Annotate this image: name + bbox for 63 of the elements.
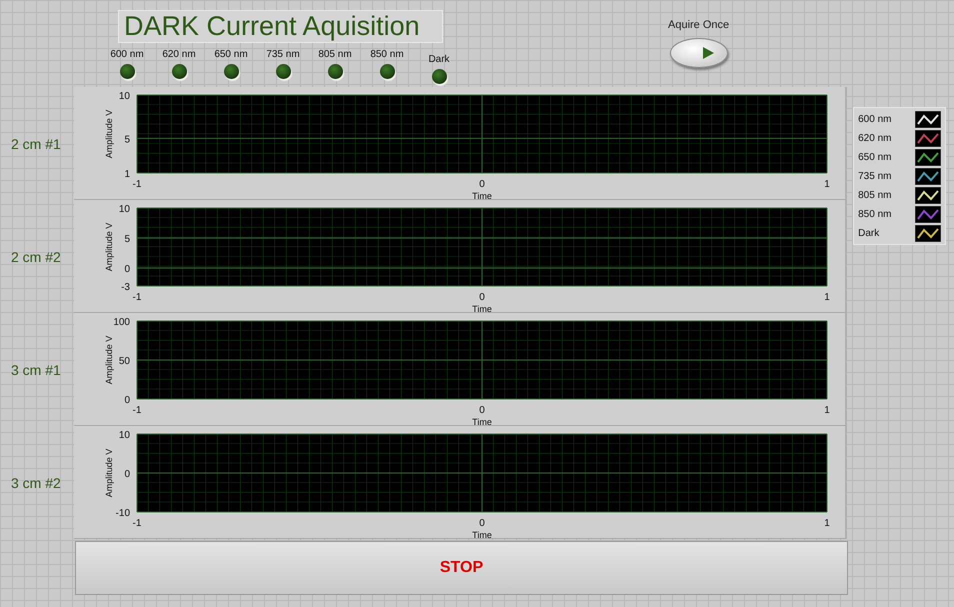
button-label: Aquire Once bbox=[668, 19, 730, 31]
graph-label: 2 cm #2 bbox=[11, 248, 61, 264]
x-tick-label: -1 bbox=[132, 179, 142, 190]
x-tick-label: 0 bbox=[479, 179, 485, 190]
x-axis-label: Time bbox=[472, 191, 492, 199]
graph-label: 3 cm #1 bbox=[11, 362, 61, 378]
led-label: 650 nm bbox=[214, 49, 248, 60]
legend-label: 620 nm bbox=[858, 133, 892, 144]
y-tick-label: -3 bbox=[121, 282, 130, 293]
led-label: 805 nm bbox=[318, 49, 352, 60]
x-tick-label: -1 bbox=[132, 518, 142, 529]
legend-label: Dark bbox=[858, 228, 880, 239]
x-axis-label: Time bbox=[472, 417, 492, 425]
line-swatch-icon bbox=[915, 206, 941, 223]
aquire-once-button[interactable] bbox=[670, 38, 728, 68]
stop-button[interactable]: STOP bbox=[75, 541, 848, 595]
y-tick-label: 5 bbox=[124, 234, 130, 245]
led-label: 620 nm bbox=[162, 49, 196, 60]
x-tick-label: 0 bbox=[479, 292, 485, 303]
line-swatch-icon bbox=[915, 168, 941, 185]
x-tick-label: -1 bbox=[132, 292, 142, 303]
graph-label: 3 cm #2 bbox=[11, 474, 61, 490]
panel-title: DARK Current Aquisition bbox=[118, 10, 443, 43]
line-swatch-icon bbox=[915, 130, 941, 147]
x-tick-label: 0 bbox=[479, 518, 485, 529]
led-label: 735 nm bbox=[266, 49, 300, 60]
y-tick-label: 50 bbox=[118, 356, 130, 367]
x-tick-label: 0 bbox=[479, 405, 485, 416]
legend-label: 805 nm bbox=[858, 190, 892, 201]
x-tick-label: 1 bbox=[824, 292, 830, 303]
led-label: 600 nm bbox=[110, 49, 144, 60]
line-swatch-icon bbox=[915, 111, 941, 128]
graph-label: 2 cm #1 bbox=[11, 136, 61, 152]
y-tick-label: 100 bbox=[113, 317, 130, 328]
y-tick-label: 10 bbox=[118, 204, 130, 215]
legend-label: 650 nm bbox=[858, 152, 892, 163]
x-axis-label: Time bbox=[472, 304, 492, 312]
x-tick-label: 1 bbox=[824, 518, 830, 529]
line-swatch-icon bbox=[915, 187, 941, 204]
y-tick-label: 0 bbox=[124, 395, 130, 406]
x-tick-label: 1 bbox=[824, 405, 830, 416]
legend-label: 735 nm bbox=[858, 171, 892, 182]
legend-label: 850 nm bbox=[858, 209, 892, 220]
y-axis-label: Amplitude V bbox=[104, 222, 114, 272]
led-label: Dark bbox=[428, 54, 450, 65]
y-axis-label: Amplitude V bbox=[104, 336, 114, 384]
y-tick-label: 5 bbox=[124, 134, 130, 146]
legend-label: 600 nm bbox=[858, 114, 892, 125]
x-tick-label: 1 bbox=[824, 179, 830, 190]
y-tick-label: 0 bbox=[124, 469, 130, 480]
y-tick-label: -10 bbox=[116, 508, 130, 519]
y-tick-label: 10 bbox=[118, 91, 130, 102]
y-axis-label: Amplitude V bbox=[104, 448, 114, 498]
y-axis-label: Amplitude V bbox=[104, 110, 114, 158]
y-tick-label: 10 bbox=[118, 430, 130, 441]
line-swatch-icon bbox=[915, 225, 941, 242]
x-axis-label: Time bbox=[472, 530, 492, 538]
led-label: 850 nm bbox=[370, 49, 404, 60]
x-tick-label: -1 bbox=[132, 405, 142, 416]
y-tick-label: 0 bbox=[124, 264, 130, 275]
play-icon bbox=[700, 46, 715, 60]
line-swatch-icon bbox=[915, 149, 941, 166]
y-tick-label: 1 bbox=[124, 169, 130, 180]
